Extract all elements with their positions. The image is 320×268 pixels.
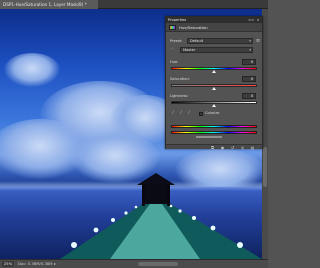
status-bar: 25% Doc: 5.36M/5.38M ▸ — [0, 259, 268, 268]
lightness-slider-thumb[interactable] — [212, 104, 216, 107]
preset-label: Preset: — [170, 39, 183, 43]
status-menu-arrow-icon[interactable]: ▸ — [54, 261, 56, 267]
saturation-slider-thumb[interactable] — [212, 87, 216, 90]
vertical-scroll-thumb[interactable] — [263, 147, 267, 187]
panel-menu-icon[interactable]: ≡ — [255, 38, 261, 44]
hue-slider-thumb[interactable] — [212, 70, 216, 73]
hut — [143, 184, 169, 204]
hut-post — [142, 184, 145, 206]
eyedropper-plus-icon[interactable]: ⁄ — [178, 111, 184, 117]
colorize-checkbox[interactable] — [199, 112, 203, 116]
document-tab-bar: DSP1-Hue/Saturation 1, Layer Mask/8) * — [0, 0, 268, 9]
targeted-adjustment-icon[interactable]: ☜ — [169, 47, 175, 53]
saturation-value-input[interactable]: 0 — [242, 76, 256, 82]
panel-footer: ⧉ ◉ ↺ ◎ ▤ — [166, 144, 262, 150]
chevron-down-icon: ▾ — [249, 48, 251, 52]
pier-lamp — [111, 218, 115, 222]
hue-saturation-icon — [169, 25, 176, 30]
pier-lamp — [192, 216, 196, 220]
input-color-spectrum — [171, 125, 257, 128]
view-previous-icon[interactable]: ◉ — [220, 145, 225, 150]
preset-dropdown[interactable]: Default ▾ — [187, 38, 253, 44]
document-info: Doc: 5.36M/5.38M — [18, 261, 53, 266]
adjustment-header: Hue/Saturation — [166, 23, 262, 32]
pier-lamp — [71, 242, 77, 248]
pier-lamp — [178, 209, 182, 213]
zoom-field[interactable]: 25% — [2, 261, 14, 267]
chevron-down-icon: ▾ — [249, 39, 251, 43]
output-color-spectrum — [171, 131, 257, 134]
pier-lamp — [124, 211, 128, 215]
channel-value: Master — [183, 48, 196, 52]
pier-lamp — [134, 205, 138, 209]
lightness-value-input[interactable]: 0 — [242, 93, 256, 99]
preset-value: Default — [190, 39, 204, 43]
eyedropper-icon[interactable]: ⁄ — [170, 111, 176, 117]
reset-icon[interactable]: ↺ — [230, 145, 235, 150]
properties-panel: Properties << x Hue/Saturation Preset: D… — [165, 16, 263, 150]
pier-lamp — [237, 242, 243, 248]
lightness-label: Lightness: — [170, 94, 189, 98]
document-tab[interactable]: DSP1-Hue/Saturation 1, Layer Mask/8) * — [0, 0, 98, 9]
hue-value-input[interactable]: 0 — [242, 59, 256, 65]
hut-post — [167, 184, 170, 206]
horizontal-scroll-thumb[interactable] — [138, 262, 178, 266]
hue-label: Hue: — [170, 60, 179, 64]
pier-lamp — [169, 204, 173, 208]
pier-lamp — [210, 225, 216, 231]
visibility-icon[interactable]: ◎ — [240, 145, 245, 150]
color-range-bar[interactable] — [196, 136, 222, 138]
colorize-label: Colorize — [205, 111, 220, 115]
clip-to-layer-icon[interactable]: ⧉ — [210, 145, 215, 150]
trash-icon[interactable]: ▤ — [250, 145, 255, 150]
pier-lamp — [93, 227, 99, 233]
channel-dropdown[interactable]: Master ▾ — [180, 47, 253, 53]
saturation-label: Saturation: — [170, 77, 190, 81]
adjustment-title: Hue/Saturation — [179, 25, 208, 30]
eyedropper-minus-icon[interactable]: ⁄ — [186, 111, 192, 117]
